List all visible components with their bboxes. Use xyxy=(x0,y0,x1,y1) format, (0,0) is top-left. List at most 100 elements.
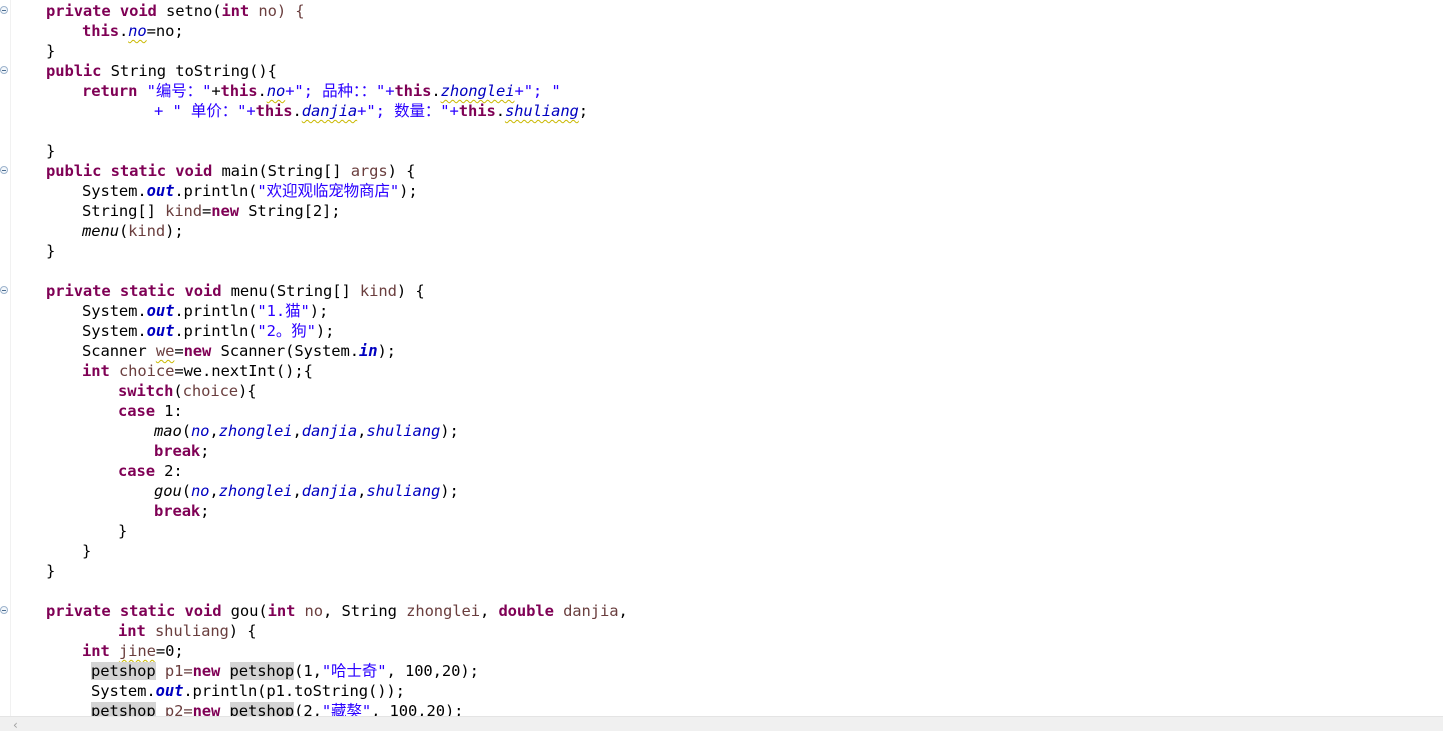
code-token: (1, xyxy=(294,662,322,680)
code-token: private xyxy=(46,282,111,300)
code-token: this xyxy=(458,102,496,120)
code-token: .println( xyxy=(174,182,258,200)
code-token: .println( xyxy=(174,302,258,320)
code-token: , xyxy=(357,422,367,440)
code-token: double xyxy=(498,602,554,620)
code-token: zhonglei xyxy=(218,482,293,500)
code-token: out xyxy=(155,682,184,700)
code-token: ); xyxy=(440,422,459,440)
code-token: + xyxy=(211,82,221,100)
code-token: setno( xyxy=(166,2,222,20)
code-token: petshop xyxy=(229,662,295,680)
fold-toggle-icon[interactable] xyxy=(0,286,8,294)
code-token: "哈士奇" xyxy=(321,662,387,680)
code-token: ( xyxy=(173,382,183,400)
code-token: shuliang xyxy=(154,622,229,640)
scroll-left-icon[interactable]: ‹ xyxy=(13,719,18,731)
code-token: ) { xyxy=(228,622,257,640)
code-token: case xyxy=(118,462,155,480)
code-token: "藏獒" xyxy=(321,702,372,716)
code-token: 1: xyxy=(164,402,183,420)
code-token: this xyxy=(255,102,293,120)
code-line: petshop p1=new petshop(1,"哈士奇", 100,20); xyxy=(91,661,479,681)
code-token: this xyxy=(394,82,432,100)
code-line: switch(choice){ xyxy=(118,381,257,401)
code-line: return "编号："+this.no+"; 品种：："+this.zhong… xyxy=(82,81,561,101)
code-token: out xyxy=(146,322,175,340)
code-token: = xyxy=(174,342,184,360)
code-token: petshop xyxy=(229,702,294,716)
code-line: private static void gou(int no, String z… xyxy=(46,601,628,621)
code-token: static xyxy=(119,282,176,300)
code-token: out xyxy=(146,302,175,320)
code-token: no) { xyxy=(258,2,305,20)
code-token: static xyxy=(110,162,167,180)
fold-toggle-icon[interactable] xyxy=(0,606,8,614)
code-token: void xyxy=(184,602,222,620)
code-token: this xyxy=(220,82,258,100)
code-token: shuliang xyxy=(366,422,441,440)
code-token: , xyxy=(357,482,367,500)
fold-toggle-icon[interactable] xyxy=(0,166,8,174)
horizontal-scrollbar[interactable]: ‹ xyxy=(0,716,1443,731)
code-token: . xyxy=(118,22,129,40)
code-token: , xyxy=(479,602,490,620)
code-token: "1.猫" xyxy=(257,302,310,320)
code-token: int xyxy=(118,622,146,640)
code-token: String[] xyxy=(82,202,156,220)
fold-toggle-icon[interactable] xyxy=(0,6,8,14)
code-token: new xyxy=(211,202,239,220)
code-token: danjia xyxy=(301,422,358,440)
code-token: ; xyxy=(578,102,589,120)
code-line: break; xyxy=(154,501,210,521)
code-token: gou xyxy=(154,482,182,500)
code-token: ) { xyxy=(396,282,425,300)
code-token: . xyxy=(495,102,505,120)
code-token: ( xyxy=(181,422,191,440)
code-token: . xyxy=(431,82,441,100)
code-token: mao xyxy=(154,422,182,440)
code-token: out xyxy=(146,182,175,200)
code-token: , xyxy=(209,482,219,500)
code-token: , String xyxy=(323,602,397,620)
code-line: mao(no,zhonglei,danjia,shuliang); xyxy=(154,421,459,441)
code-token: in xyxy=(358,342,378,360)
code-line: break; xyxy=(154,441,210,461)
code-token: "欢迎观临宠物商店" xyxy=(257,182,400,200)
code-line: System.out.println("2。狗"); xyxy=(82,321,334,341)
code-token: ) { xyxy=(387,162,416,180)
code-token: public xyxy=(46,162,102,180)
code-token: ); xyxy=(309,302,329,320)
code-token: System. xyxy=(82,322,147,340)
code-editor[interactable]: private void setno(int no) { this.no=no;… xyxy=(46,0,1443,716)
code-token: .println( xyxy=(174,322,258,340)
code-line: public static void main(String[] args) { xyxy=(46,161,415,181)
code-token: case xyxy=(118,402,155,420)
code-token: int xyxy=(82,362,110,380)
code-token: System. xyxy=(82,302,147,320)
code-token: public xyxy=(46,62,102,80)
code-token: Scanner(System. xyxy=(220,342,360,360)
code-line: petshop p2=new petshop(2,"藏獒", 100,20); xyxy=(91,701,464,716)
code-token: menu(String[] xyxy=(230,282,351,300)
code-line: System.out.println("欢迎观临宠物商店"); xyxy=(82,181,418,201)
code-token: zhonglei xyxy=(406,602,480,620)
code-token: new xyxy=(192,702,221,716)
code-token: + " 单价："+ xyxy=(154,102,256,120)
code-line: + " 单价："+this.danjia+"; 数量："+this.shulia… xyxy=(154,101,588,121)
code-line: private static void menu(String[] kind) … xyxy=(46,281,425,301)
code-line: case 1: xyxy=(118,401,183,421)
code-token: switch xyxy=(118,382,174,400)
fold-toggle-icon[interactable] xyxy=(0,66,8,74)
code-token: System. xyxy=(91,682,156,700)
code-token: , 100,20); xyxy=(386,662,479,680)
code-token: danjia xyxy=(301,482,358,500)
code-token: "2。狗" xyxy=(257,322,316,340)
code-token: String toString(){ xyxy=(110,62,277,80)
code-token: private xyxy=(46,2,111,20)
code-token: shuliang xyxy=(504,102,579,120)
code-token: break xyxy=(154,502,201,520)
code-token: choice xyxy=(182,382,239,400)
code-token: break xyxy=(154,442,201,460)
code-token: "编号：" xyxy=(146,82,212,100)
